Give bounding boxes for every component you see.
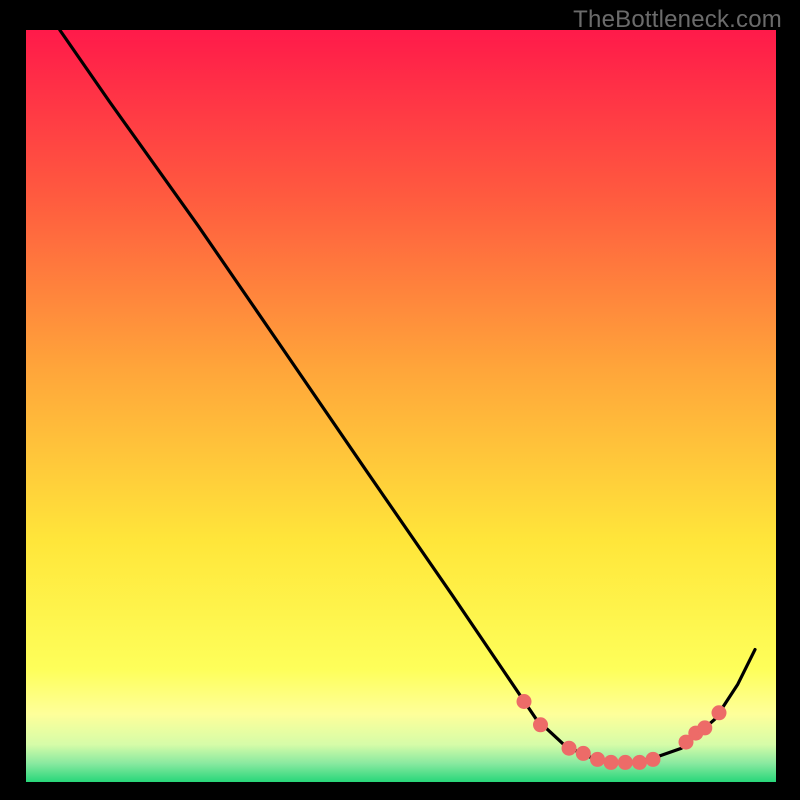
- chart-container: TheBottleneck.com: [0, 0, 800, 800]
- data-point: [590, 752, 605, 767]
- data-point: [533, 717, 548, 732]
- data-point: [712, 705, 727, 720]
- data-point: [517, 694, 532, 709]
- data-point: [697, 720, 712, 735]
- data-point: [646, 752, 661, 767]
- data-point: [618, 755, 633, 770]
- chart-svg: [0, 0, 800, 800]
- watermark-text: TheBottleneck.com: [573, 6, 782, 34]
- data-point: [576, 746, 591, 761]
- data-point: [562, 741, 577, 756]
- data-point: [632, 755, 647, 770]
- data-point: [604, 755, 619, 770]
